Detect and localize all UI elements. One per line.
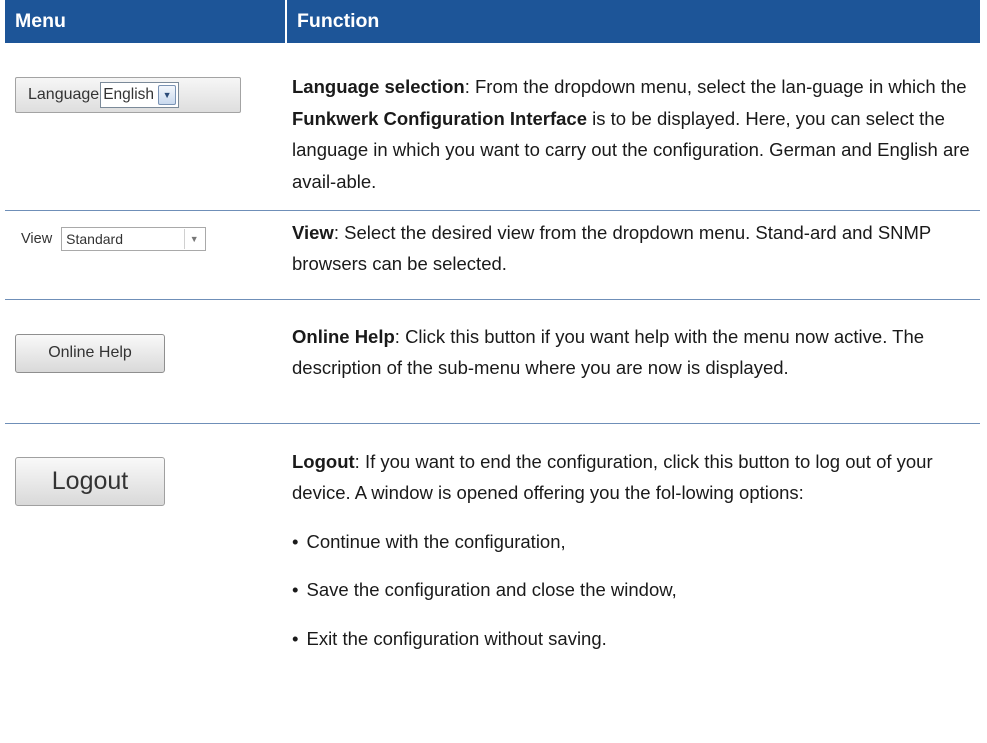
- menu-cell: Logout: [5, 423, 286, 654]
- language-description: Language selection: From the dropdown me…: [292, 76, 970, 192]
- menu-cell: Language English ▼: [5, 43, 286, 211]
- function-cell: Language selection: From the dropdown me…: [286, 43, 980, 211]
- function-cell: View: Select the desired view from the d…: [286, 210, 980, 300]
- function-column-header: Function: [286, 0, 980, 43]
- view-select-value: Standard: [66, 230, 123, 247]
- menu-column-header: Menu: [5, 0, 287, 43]
- term-bold: Language selection: [292, 76, 465, 97]
- list-item: Save the configuration and close the win…: [292, 574, 970, 606]
- help-description: Online Help: Click this button if you wa…: [292, 325, 925, 379]
- language-select-value: English: [103, 86, 155, 103]
- list-item: Continue with the configuration,: [292, 526, 970, 558]
- table-row: View Standard ▼ View: Select the desired…: [5, 210, 980, 300]
- term-bold: Online Help: [292, 325, 395, 347]
- online-help-button[interactable]: Online Help: [15, 333, 165, 373]
- term-bold: Logout: [292, 450, 355, 472]
- table-row: Logout Logout: If you want to end the co…: [5, 423, 980, 654]
- table-header-row: Menu Function: [5, 0, 980, 43]
- chevron-down-icon[interactable]: ▼: [184, 228, 203, 249]
- product-name-bold: Funkwerk Configuration Interface: [292, 107, 588, 129]
- list-item: Exit the configuration without saving.: [292, 623, 970, 655]
- logout-options-list: Continue with the configuration, Save th…: [292, 526, 970, 655]
- table-row: Online Help Online Help: Click this butt…: [5, 299, 980, 424]
- language-label: Language: [28, 86, 100, 103]
- view-description: View: Select the desired view from the d…: [292, 221, 931, 275]
- document-page: Menu Function Language English ▼ Languag…: [0, 0, 987, 743]
- menu-cell: Online Help: [5, 299, 286, 424]
- language-select[interactable]: English ▼: [100, 82, 180, 108]
- chevron-down-icon[interactable]: ▼: [158, 85, 177, 105]
- view-select[interactable]: Standard ▼: [61, 226, 207, 251]
- function-cell: Online Help: Click this button if you wa…: [286, 299, 980, 424]
- logout-button[interactable]: Logout: [15, 456, 165, 506]
- menu-cell: View Standard ▼: [5, 210, 286, 300]
- view-label: View: [21, 230, 53, 247]
- logout-description: Logout: If you want to end the configura…: [292, 450, 933, 504]
- table-row: Language English ▼ Language selection: F…: [5, 43, 980, 211]
- language-widget: Language English ▼: [15, 77, 241, 113]
- term-bold: View: [292, 221, 334, 243]
- menu-function-table: Menu Function Language English ▼ Languag…: [5, 0, 980, 654]
- function-cell: Logout: If you want to end the configura…: [286, 423, 980, 654]
- view-widget: View Standard ▼: [21, 226, 286, 251]
